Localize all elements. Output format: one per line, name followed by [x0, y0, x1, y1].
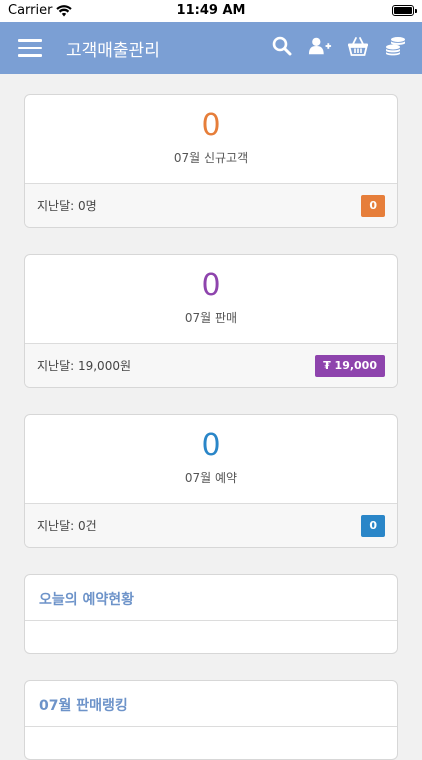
reservations-footer: 지난달: 0건 0	[25, 503, 397, 547]
sales-ranking-list	[25, 727, 397, 759]
sales-ranking-card[interactable]: 07월 판매랭킹	[24, 680, 398, 760]
menu-icon[interactable]	[18, 39, 42, 57]
status-bar: Carrier 11:49 AM	[0, 0, 422, 22]
reservations-last-month: 지난달: 0건	[37, 519, 97, 533]
dashboard-content: 0 07월 신규고객 지난달: 0명 0 0 07월 판매 지난달: 19,00…	[0, 74, 422, 760]
status-time: 11:49 AM	[176, 3, 246, 18]
new-customers-last-month: 지난달: 0명	[37, 199, 97, 213]
sales-summary: 0 07월 판매	[25, 255, 397, 343]
coins-button[interactable]	[384, 34, 408, 58]
reservations-count: 0	[201, 428, 221, 463]
new-customers-label: 07월 신규고객	[173, 151, 249, 165]
reservations-badge: 0	[361, 514, 385, 537]
reservations-label: 07월 예약	[184, 471, 238, 485]
reservations-card[interactable]: 0 07월 예약 지난달: 0건 0	[24, 414, 398, 548]
sales-label: 07월 판매	[184, 311, 238, 325]
today-reservations-list	[25, 621, 397, 653]
sales-card[interactable]: 0 07월 판매 지난달: 19,000원 ₮ 19,000	[24, 254, 398, 388]
basket-button[interactable]	[346, 34, 370, 58]
sales-last-month: 지난달: 19,000원	[37, 359, 132, 373]
basket-icon	[348, 37, 368, 56]
sales-badge: ₮ 19,000	[315, 354, 385, 377]
search-icon	[272, 36, 292, 56]
search-button[interactable]	[270, 34, 294, 58]
battery-icon	[392, 5, 417, 16]
today-reservations-title: 오늘의 예약현황	[25, 575, 397, 621]
nav-actions	[270, 34, 408, 58]
new-customers-count: 0	[201, 108, 221, 143]
reservations-summary: 0 07월 예약	[25, 415, 397, 503]
coins-icon	[386, 37, 405, 56]
sales-count: 0	[201, 268, 221, 303]
page-title: 고객매출관리	[66, 41, 160, 61]
new-customers-summary: 0 07월 신규고객	[25, 95, 397, 183]
new-customers-card[interactable]: 0 07월 신규고객 지난달: 0명 0	[24, 94, 398, 228]
today-reservations-card[interactable]: 오늘의 예약현황	[24, 574, 398, 654]
sales-footer: 지난달: 19,000원 ₮ 19,000	[25, 343, 397, 387]
add-user-icon	[308, 37, 332, 55]
new-customers-footer: 지난달: 0명 0	[25, 183, 397, 227]
navbar: 고객매출관리	[0, 22, 422, 74]
sales-ranking-title: 07월 판매랭킹	[25, 681, 397, 727]
new-customers-badge: 0	[361, 194, 385, 217]
add-customer-button[interactable]	[308, 34, 332, 58]
